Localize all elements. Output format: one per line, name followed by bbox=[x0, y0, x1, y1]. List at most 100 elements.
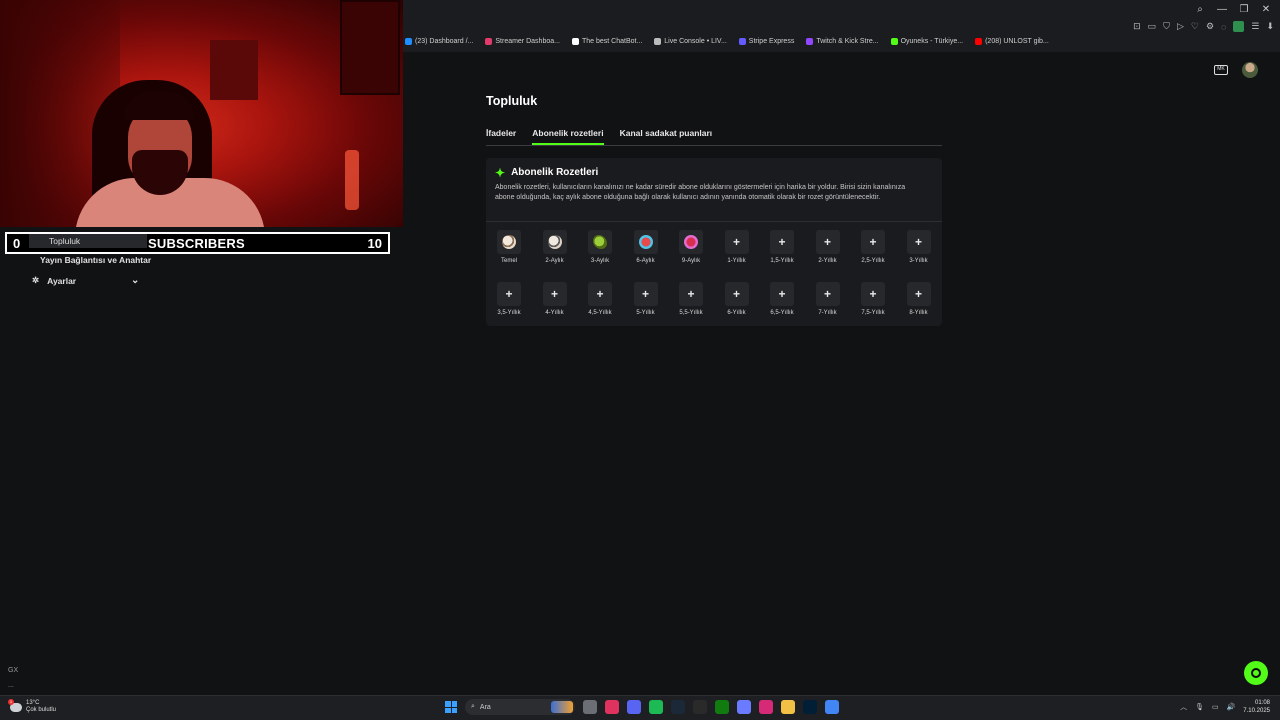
chevron-up-icon[interactable]: ︿ bbox=[1180, 702, 1187, 712]
bookmark-item[interactable]: The best ChatBot... bbox=[571, 38, 642, 45]
add-badge-button[interactable]: + bbox=[497, 282, 521, 306]
add-badge-button[interactable]: + bbox=[724, 230, 749, 254]
badge-label: 6,5-Yıllık bbox=[770, 310, 794, 316]
badge-image[interactable] bbox=[542, 230, 567, 254]
badge-slot[interactable]: 2-Aylık bbox=[533, 230, 577, 264]
play-icon[interactable]: ▷ bbox=[1177, 21, 1184, 32]
page-title: Topluluk bbox=[486, 94, 538, 108]
tab-channel-points[interactable]: Kanal sadakat puanları bbox=[620, 128, 713, 145]
bookmark-item[interactable]: (208) UNLOST gib... bbox=[975, 38, 1049, 45]
discord-icon[interactable] bbox=[627, 700, 641, 714]
camera-icon[interactable]: ▭ bbox=[1148, 21, 1157, 32]
sidebar-item-stream-key[interactable]: Yayın Bağlantısı ve Anahtar bbox=[40, 255, 151, 265]
clock[interactable]: 01:08 7.10.2025 bbox=[1243, 699, 1270, 715]
search-icon[interactable]: ⌕ bbox=[1194, 4, 1206, 15]
badge-slot[interactable]: +3-Yıllık bbox=[897, 230, 941, 264]
tab-subscriber-badges[interactable]: Abonelik rozetleri bbox=[532, 128, 604, 145]
opera-gx-icon[interactable] bbox=[605, 700, 619, 714]
windows-start-icon[interactable] bbox=[445, 701, 457, 713]
badge-slot[interactable]: +6,5-Yıllık bbox=[760, 282, 804, 316]
add-badge-button[interactable]: + bbox=[724, 282, 749, 306]
bookmark-item[interactable]: Oyuneks - Türkiye... bbox=[890, 38, 963, 45]
spotify-icon[interactable] bbox=[649, 700, 663, 714]
bookmark-item[interactable]: Streamer Dashboa... bbox=[485, 38, 560, 45]
shield-icon[interactable]: ⛉ bbox=[1163, 21, 1170, 32]
pin-icon[interactable]: ⊡ bbox=[1133, 21, 1141, 32]
bookmark-item[interactable]: Twitch & Kick Stre... bbox=[806, 38, 879, 45]
taskbar-search[interactable]: ⌕ Ara bbox=[465, 699, 575, 715]
volume-icon[interactable]: 🔊 bbox=[1227, 703, 1236, 711]
badge-slot[interactable]: +3,5-Yıllık bbox=[487, 282, 531, 316]
weather-widget[interactable]: 1 13°C Çok bulutlu bbox=[8, 698, 56, 714]
add-badge-button[interactable]: + bbox=[861, 282, 885, 306]
network-icon[interactable]: ▭ bbox=[1212, 703, 1219, 711]
chrome-icon[interactable] bbox=[825, 700, 839, 714]
badge-label: 6-Aylık bbox=[636, 258, 655, 264]
avatar[interactable] bbox=[1242, 62, 1258, 78]
badge-slot[interactable]: 6-Aylık bbox=[624, 230, 668, 264]
badge-slot[interactable]: +2-Yıllık bbox=[806, 230, 850, 264]
photoshop-icon[interactable] bbox=[803, 700, 817, 714]
add-badge-button[interactable]: + bbox=[542, 282, 567, 306]
badge-slot[interactable]: +7,5-Yıllık bbox=[851, 282, 895, 316]
badge-image[interactable] bbox=[633, 230, 658, 254]
heart-icon[interactable]: ♡ bbox=[1191, 21, 1199, 32]
bookmark-favicon-icon bbox=[571, 38, 579, 45]
badge-image[interactable] bbox=[679, 230, 703, 254]
add-badge-button[interactable]: + bbox=[588, 282, 612, 306]
badge-slot[interactable]: +5-Yıllık bbox=[624, 282, 668, 316]
add-badge-button[interactable]: + bbox=[770, 230, 794, 254]
gx-label[interactable]: GX bbox=[8, 667, 18, 674]
minimize-icon[interactable]: — bbox=[1216, 4, 1228, 15]
badge-slot[interactable]: +2,5-Yıllık bbox=[851, 230, 895, 264]
add-badge-button[interactable]: + bbox=[906, 282, 931, 306]
add-badge-button[interactable]: + bbox=[679, 282, 703, 306]
copilot-icon[interactable] bbox=[737, 700, 751, 714]
more-icon[interactable]: ... bbox=[8, 682, 14, 689]
chat-button[interactable] bbox=[1244, 661, 1268, 685]
main-content: Topluluk İfadeler Abonelik rozetleri Kan… bbox=[486, 94, 942, 326]
bookmark-item[interactable]: Live Console • LIV... bbox=[654, 38, 727, 45]
bookmark-favicon-icon bbox=[890, 38, 898, 45]
instagram-icon[interactable] bbox=[759, 700, 773, 714]
badge-slot[interactable]: 3-Aylık bbox=[578, 230, 622, 264]
settings-icon[interactable]: ⚙ bbox=[1206, 21, 1214, 32]
add-badge-button[interactable]: + bbox=[815, 282, 840, 306]
extension-icon[interactable] bbox=[1233, 21, 1245, 32]
badge-slot[interactable]: +6-Yıllık bbox=[715, 282, 759, 316]
creator-studio-icon[interactable]: MK bbox=[1214, 65, 1228, 75]
badge-slot[interactable]: +5,5-Yıllık bbox=[669, 282, 713, 316]
add-badge-button[interactable]: + bbox=[906, 230, 931, 254]
tab-emotes[interactable]: İfadeler bbox=[486, 128, 516, 145]
badge-image[interactable] bbox=[588, 230, 612, 254]
chevron-down-icon[interactable]: ⌄ bbox=[131, 275, 139, 286]
bookmark-item[interactable]: Stripe Express bbox=[738, 38, 794, 45]
badge-slot[interactable]: +1-Yıllık bbox=[715, 230, 759, 264]
xbox-icon[interactable] bbox=[715, 700, 729, 714]
add-badge-button[interactable]: + bbox=[815, 230, 840, 254]
restore-icon[interactable]: ❐ bbox=[1238, 4, 1250, 15]
download-icon[interactable]: ⬇ bbox=[1266, 21, 1274, 32]
badge-slot[interactable]: +7-Yıllık bbox=[806, 282, 850, 316]
badge-slot[interactable]: Temel bbox=[487, 230, 531, 264]
badge-slot[interactable]: +8-Yıllık bbox=[897, 282, 941, 316]
badge-slot[interactable]: +1,5-Yıllık bbox=[760, 230, 804, 264]
extensions-icon[interactable]: ☰ bbox=[1251, 21, 1259, 32]
steam-icon[interactable] bbox=[671, 700, 685, 714]
badge-slot[interactable]: +4,5-Yıllık bbox=[578, 282, 622, 316]
close-icon[interactable]: ✕ bbox=[1260, 4, 1272, 15]
sidebar-item-settings[interactable]: ✲ Ayarlar ⌄ bbox=[32, 275, 139, 286]
add-badge-button[interactable]: + bbox=[770, 282, 794, 306]
badge-image[interactable] bbox=[497, 230, 521, 254]
epic-games-icon[interactable] bbox=[693, 700, 707, 714]
folder-icon[interactable] bbox=[781, 700, 795, 714]
microphone-icon[interactable]: 🎙 bbox=[1195, 703, 1204, 711]
file-explorer-icon[interactable] bbox=[583, 700, 597, 714]
badge-slot[interactable]: +4-Yıllık bbox=[533, 282, 577, 316]
sidebar-item-topluluk[interactable]: Topluluk bbox=[29, 234, 147, 248]
badge-slot[interactable]: 9-Aylık bbox=[669, 230, 713, 264]
bookmark-item[interactable]: (23) Dashboard /... bbox=[405, 38, 473, 45]
add-badge-button[interactable]: + bbox=[633, 282, 658, 306]
messenger-icon[interactable]: ◌ bbox=[1221, 22, 1226, 32]
add-badge-button[interactable]: + bbox=[861, 230, 885, 254]
